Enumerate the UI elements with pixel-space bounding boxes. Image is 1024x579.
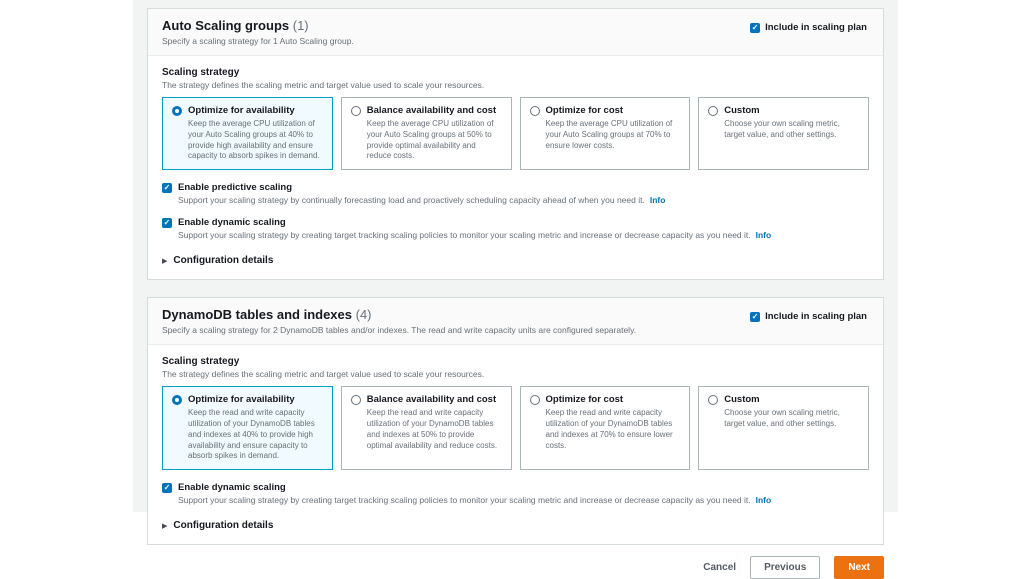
tile-description: Keep the average CPU utilization of your… <box>366 119 494 161</box>
include-label: Include in scaling plan <box>765 22 867 33</box>
section-description: Specify a scaling strategy for 2 DynamoD… <box>162 325 637 336</box>
cancel-button[interactable]: Cancel <box>703 562 736 573</box>
previous-button[interactable]: Previous <box>750 556 821 579</box>
checkbox-label: Enable dynamic scaling <box>178 482 286 494</box>
strategy-tiles: Optimize for availability Keep the read … <box>162 386 869 471</box>
radio-unselected-icon[interactable] <box>708 105 719 116</box>
section-dynamodb-tables: DynamoDB tables and indexes (4) Specify … <box>147 297 884 546</box>
checkbox-description: Support your scaling strategy by creatin… <box>178 230 869 240</box>
include-in-scaling-plan-checkbox[interactable]: ✓ Include in scaling plan <box>750 311 867 322</box>
radio-unselected-icon[interactable] <box>350 105 361 116</box>
tile-description: Keep the read and write capacity utiliza… <box>366 408 498 450</box>
include-label: Include in scaling plan <box>765 311 867 323</box>
section-header: DynamoDB tables and indexes (4) Specify … <box>148 298 883 346</box>
configuration-details-expander[interactable]: ▶ Configuration details <box>162 255 869 266</box>
tile-label: Custom <box>724 105 760 116</box>
tile-balance-availability-and-cost[interactable]: Balance availability and cost Keep the a… <box>340 97 512 171</box>
checkbox-label: Enable dynamic scaling <box>178 217 286 229</box>
tile-optimize-for-cost[interactable]: Optimize for cost Keep the average CPU u… <box>519 97 691 171</box>
enable-dynamic-scaling-row: ✓ Enable dynamic scaling Support your sc… <box>162 482 869 505</box>
next-button[interactable]: Next <box>834 556 884 579</box>
checkbox-label: Enable predictive scaling <box>178 182 293 194</box>
checkbox-description-text: Support your scaling strategy by creatin… <box>178 495 751 506</box>
expander-triangle-icon: ▶ <box>162 522 168 530</box>
tile-description: Keep the read and write capacity utiliza… <box>545 408 673 450</box>
expander-triangle-icon: ▶ <box>162 257 168 265</box>
tile-description: Keep the average CPU utilization of your… <box>545 119 673 150</box>
tile-label: Optimize for availability <box>188 394 295 406</box>
configuration-details-expander[interactable]: ▶ Configuration details <box>162 520 869 531</box>
checkbox-checked-icon[interactable]: ✓ <box>162 482 172 493</box>
section-count: (1) <box>292 18 309 33</box>
tile-label: Balance availability and cost <box>366 105 497 116</box>
radio-unselected-icon[interactable] <box>350 394 361 405</box>
section-header: Auto Scaling groups (1) Specify a scalin… <box>148 9 883 56</box>
tile-description: Keep the read and write capacity utiliza… <box>188 408 315 461</box>
tile-label: Optimize for availability <box>188 105 295 116</box>
info-link[interactable]: Info <box>756 230 772 240</box>
enable-predictive-scaling-row: ✓ Enable predictive scaling Support your… <box>162 182 869 205</box>
radio-selected-icon[interactable] <box>172 394 182 405</box>
checkbox-description-text: Support your scaling strategy by creatin… <box>178 230 751 241</box>
wizard-content-area: Auto Scaling groups (1) Specify a scalin… <box>133 0 898 579</box>
section-title-text: Auto Scaling groups <box>162 18 290 33</box>
section-title: DynamoDB tables and indexes (4) <box>162 307 636 322</box>
info-link[interactable]: Info <box>650 195 666 205</box>
scaling-strategy-label: Scaling strategy <box>162 67 240 78</box>
tile-label: Custom <box>724 394 760 406</box>
scaling-strategy-description: The strategy defines the scaling metric … <box>162 369 485 380</box>
tile-label: Optimize for cost <box>545 105 624 116</box>
tile-optimize-for-availability[interactable]: Optimize for availability Keep the avera… <box>162 97 333 171</box>
scaling-strategy-label: Scaling strategy <box>162 356 240 368</box>
tile-label: Optimize for cost <box>545 394 624 406</box>
enable-dynamic-scaling-row: ✓ Enable dynamic scaling Support your sc… <box>162 217 869 240</box>
tile-description: Choose your own scaling metric, target v… <box>724 119 840 139</box>
tile-optimize-for-cost[interactable]: Optimize for cost Keep the read and writ… <box>519 386 691 471</box>
tile-label: Balance availability and cost <box>366 394 497 406</box>
checkbox-checked-icon[interactable]: ✓ <box>750 311 761 322</box>
checkbox-description: Support your scaling strategy by creatin… <box>178 495 869 505</box>
section-count: (4) <box>355 307 372 323</box>
scaling-strategy-description: The strategy defines the scaling metric … <box>162 80 485 90</box>
expander-label: Configuration details <box>173 520 274 532</box>
wizard-footer: Cancel Previous Next <box>147 556 884 579</box>
tile-custom[interactable]: Custom Choose your own scaling metric, t… <box>698 386 869 471</box>
radio-unselected-icon[interactable] <box>529 105 540 116</box>
tile-description: Choose your own scaling metric, target v… <box>724 408 840 428</box>
checkbox-checked-icon[interactable]: ✓ <box>162 182 172 193</box>
tile-balance-availability-and-cost[interactable]: Balance availability and cost Keep the r… <box>340 386 512 471</box>
checkbox-description-text: Support your scaling strategy by continu… <box>178 195 645 206</box>
tile-description: Keep the average CPU utilization of your… <box>188 119 320 161</box>
section-title-text: DynamoDB tables and indexes <box>162 307 352 323</box>
checkbox-checked-icon[interactable]: ✓ <box>750 22 761 33</box>
info-link[interactable]: Info <box>756 495 772 505</box>
checkbox-description: Support your scaling strategy by continu… <box>178 195 869 205</box>
section-auto-scaling-groups: Auto Scaling groups (1) Specify a scalin… <box>147 8 884 281</box>
expander-label: Configuration details <box>173 255 274 267</box>
tile-optimize-for-availability[interactable]: Optimize for availability Keep the read … <box>162 386 333 471</box>
include-in-scaling-plan-checkbox[interactable]: ✓ Include in scaling plan <box>750 22 867 33</box>
radio-unselected-icon[interactable] <box>708 394 719 405</box>
strategy-tiles: Optimize for availability Keep the avera… <box>162 97 869 171</box>
checkbox-checked-icon[interactable]: ✓ <box>162 217 172 228</box>
radio-selected-icon[interactable] <box>172 105 182 116</box>
section-description: Specify a scaling strategy for 1 Auto Sc… <box>162 36 354 46</box>
section-title: Auto Scaling groups (1) <box>162 18 354 33</box>
radio-unselected-icon[interactable] <box>529 394 540 405</box>
tile-custom[interactable]: Custom Choose your own scaling metric, t… <box>698 97 869 171</box>
